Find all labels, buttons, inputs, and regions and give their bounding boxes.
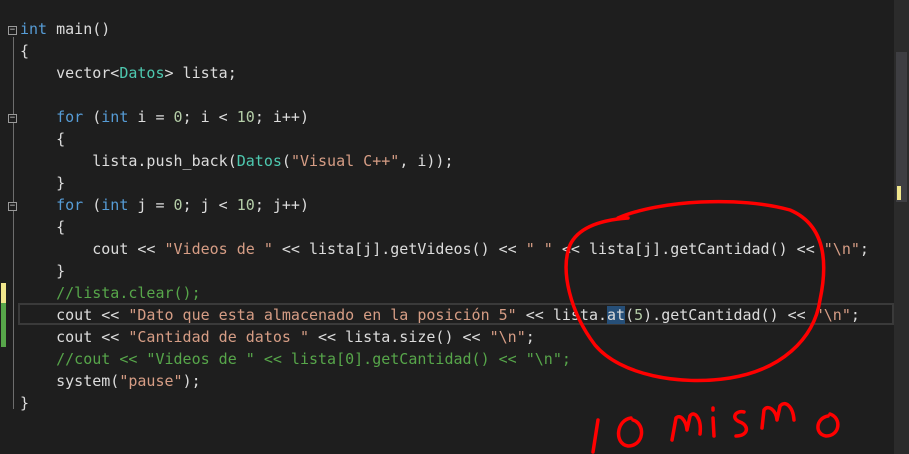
annotation-overlay — [564, 199, 840, 454]
annotation-handwriting — [591, 401, 840, 454]
annotation-circle — [564, 199, 826, 383]
